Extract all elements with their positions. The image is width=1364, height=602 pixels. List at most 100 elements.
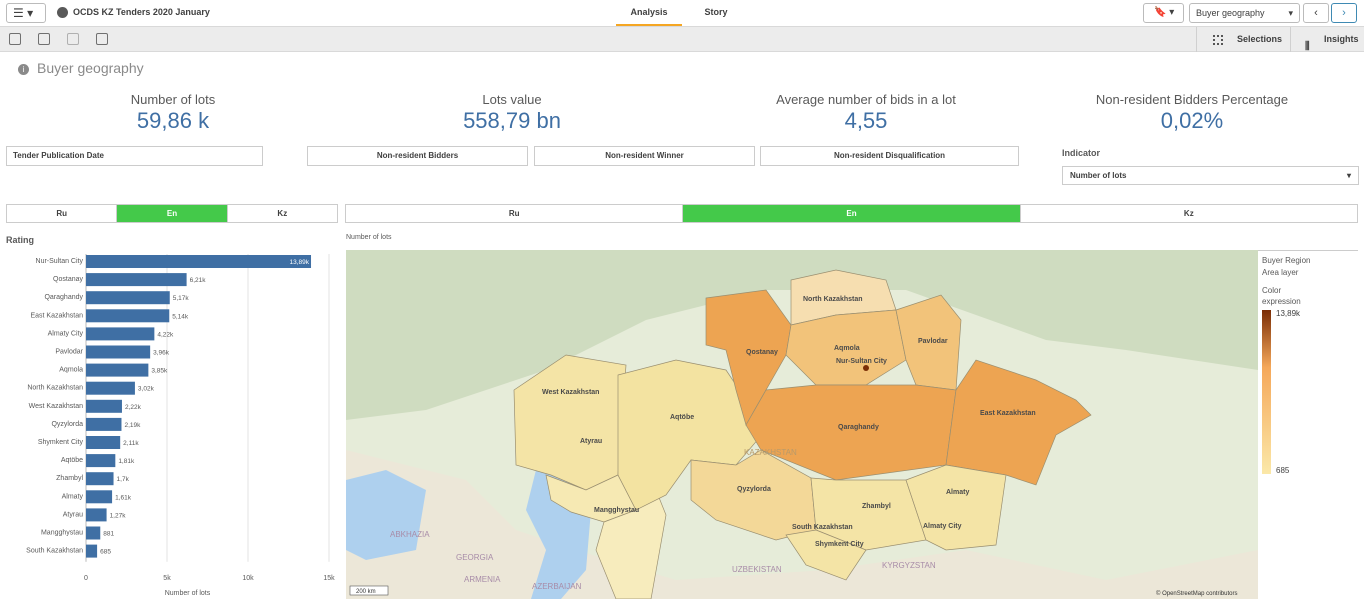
bookmark-button[interactable]: 🔖 ▾	[1143, 3, 1184, 23]
data-label: 2,19k	[124, 422, 141, 429]
map-label-nur-sultan-city: Nur-Sultan City	[836, 358, 887, 365]
map-label-shymkent-city: Shymkent City	[815, 541, 864, 548]
data-label: 3,02k	[138, 386, 155, 393]
bar[interactable]	[86, 454, 116, 468]
map-label-mangghystau: Mangghystau	[594, 507, 639, 514]
lang-ru-button[interactable]: Ru	[7, 205, 118, 222]
data-label: 685	[100, 549, 111, 556]
category-label: Atyrau	[63, 511, 83, 518]
language-switch-map: Ru En Kz	[345, 204, 1358, 223]
bar[interactable]	[86, 399, 122, 413]
lang-kz-button[interactable]: Kz	[228, 205, 337, 222]
clear-selections-icon[interactable]	[96, 33, 108, 45]
bar[interactable]	[86, 309, 170, 323]
bar[interactable]	[86, 436, 121, 449]
map-label-azerbaijan: AZERBAIJAN	[532, 582, 582, 591]
data-label: 1,7k	[117, 476, 130, 483]
non-resident-disqualification-filter[interactable]: Non-resident Disqualification	[760, 146, 1019, 166]
data-label: 1,27k	[110, 512, 127, 519]
bar[interactable]	[86, 490, 113, 504]
data-label: 6,21k	[190, 277, 207, 284]
selection-toolbar: Selections ⫼ Insights	[0, 27, 1364, 52]
bar[interactable]	[86, 526, 101, 540]
category-label: Zhambyl	[56, 475, 83, 482]
rating-bar-chart[interactable]: 0 5k 10k 15k Nur-Sultan City 13,89k Qostanay 6,…	[0, 248, 340, 600]
legend-color-ramp	[1262, 310, 1271, 474]
bar[interactable]	[86, 291, 170, 305]
lang-en-button[interactable]: En	[117, 205, 228, 222]
map-attribution[interactable]: © OpenStreetMap contributors	[1156, 590, 1237, 597]
app-icon	[57, 7, 68, 18]
bar[interactable]	[86, 417, 122, 431]
bar[interactable]	[86, 508, 107, 522]
next-sheet-button[interactable]: ›	[1331, 3, 1357, 23]
category-label: Aqtöbe	[61, 457, 83, 464]
region-map[interactable]: North Kazakhstan Qostanay Aqmola Nur-Sul…	[346, 250, 1258, 599]
x-tick-label: 15k	[323, 575, 335, 582]
indicator-dropdown[interactable]: Number of lots ▾	[1062, 166, 1359, 185]
bar[interactable]	[86, 381, 135, 395]
tab-analysis[interactable]: Analysis	[616, 0, 682, 26]
legend-divider	[1258, 250, 1358, 251]
tender-publication-date-filter[interactable]: Tender Publication Date	[6, 146, 263, 166]
map-label-abkhazia: ABKHAZIA	[390, 530, 430, 539]
step-forward-icon[interactable]	[67, 33, 79, 45]
map-label-qyzylorda: Qyzylorda	[737, 486, 771, 493]
sheet-selector[interactable]: Buyer geography ▾	[1189, 3, 1300, 23]
kpi-label: Lots value	[482, 92, 542, 107]
data-label: 1,61k	[115, 494, 132, 501]
category-label: South Kazakhstan	[26, 548, 83, 555]
legend-max: 13,89k	[1276, 309, 1301, 318]
bar[interactable]	[86, 544, 98, 558]
non-resident-winner-filter[interactable]: Non-resident Winner	[534, 146, 755, 166]
bar[interactable]	[86, 472, 114, 486]
map-label-uzbekistan: UZBEKISTAN	[732, 565, 782, 574]
smart-search-icon[interactable]	[9, 33, 21, 45]
map-title: Number of lots	[346, 234, 392, 241]
map-label-east-kazakhstan: East Kazakhstan	[980, 410, 1036, 417]
tab-story[interactable]: Story	[690, 0, 742, 26]
category-label: North Kazakhstan	[27, 385, 83, 392]
selections-button[interactable]: Selections	[1196, 27, 1290, 52]
kpi-number-of-lots: Number of lots 59,86 k	[58, 92, 288, 134]
insights-button[interactable]: ⫼ Insights	[1290, 27, 1364, 52]
map-label-georgia: GEORGIA	[456, 553, 494, 562]
main-menu-button[interactable]: ☰ ▾	[6, 3, 46, 23]
selections-label: Selections	[1237, 34, 1283, 44]
sheet-selector-label: Buyer geography	[1196, 8, 1265, 18]
lang-ru-button[interactable]: Ru	[346, 205, 684, 222]
legend-min: 685	[1276, 466, 1290, 475]
bar[interactable]	[86, 345, 151, 359]
map-label-atyrau: Atyrau	[580, 438, 602, 445]
kpi-label: Number of lots	[130, 92, 216, 107]
kpi-non-resident-percentage: Non-resident Bidders Percentage 0,02%	[1062, 92, 1322, 134]
bar[interactable]	[86, 255, 312, 268]
sheet-title-text: Buyer geography	[37, 60, 144, 76]
kpi-value: 558,79 bn	[463, 108, 561, 133]
data-label: 3,96k	[153, 350, 170, 357]
bar[interactable]	[86, 327, 155, 341]
lang-kz-button[interactable]: Kz	[1021, 205, 1357, 222]
non-resident-bidders-filter[interactable]: Non-resident Bidders	[307, 146, 528, 166]
rating-chart-title: Rating	[6, 235, 34, 245]
data-label: 881	[103, 531, 114, 538]
language-switch-chart: Ru En Kz	[6, 204, 338, 223]
category-label: Almaty City	[48, 330, 84, 337]
map-label-zhambyl: Zhambyl	[862, 503, 891, 510]
bar[interactable]	[86, 273, 187, 287]
map-label-qostanay: Qostanay	[746, 349, 778, 356]
lang-en-button[interactable]: En	[683, 205, 1021, 222]
bar[interactable]	[86, 363, 149, 377]
category-label: Qostanay	[53, 276, 83, 283]
insights-icon: ⫼	[1305, 41, 1310, 52]
x-tick-label: 10k	[242, 575, 254, 582]
info-icon[interactable]: i	[18, 64, 29, 75]
data-label: 4,22k	[157, 331, 174, 338]
map-label-armenia: ARMENIA	[464, 575, 501, 584]
category-label: Pavlodar	[55, 349, 83, 356]
x-axis-label: Number of lots	[165, 590, 211, 597]
step-back-icon[interactable]	[38, 33, 50, 45]
category-label: East Kazakhstan	[30, 312, 83, 319]
sheet-title: i Buyer geography	[18, 60, 144, 76]
previous-sheet-button[interactable]: ‹	[1303, 3, 1329, 23]
